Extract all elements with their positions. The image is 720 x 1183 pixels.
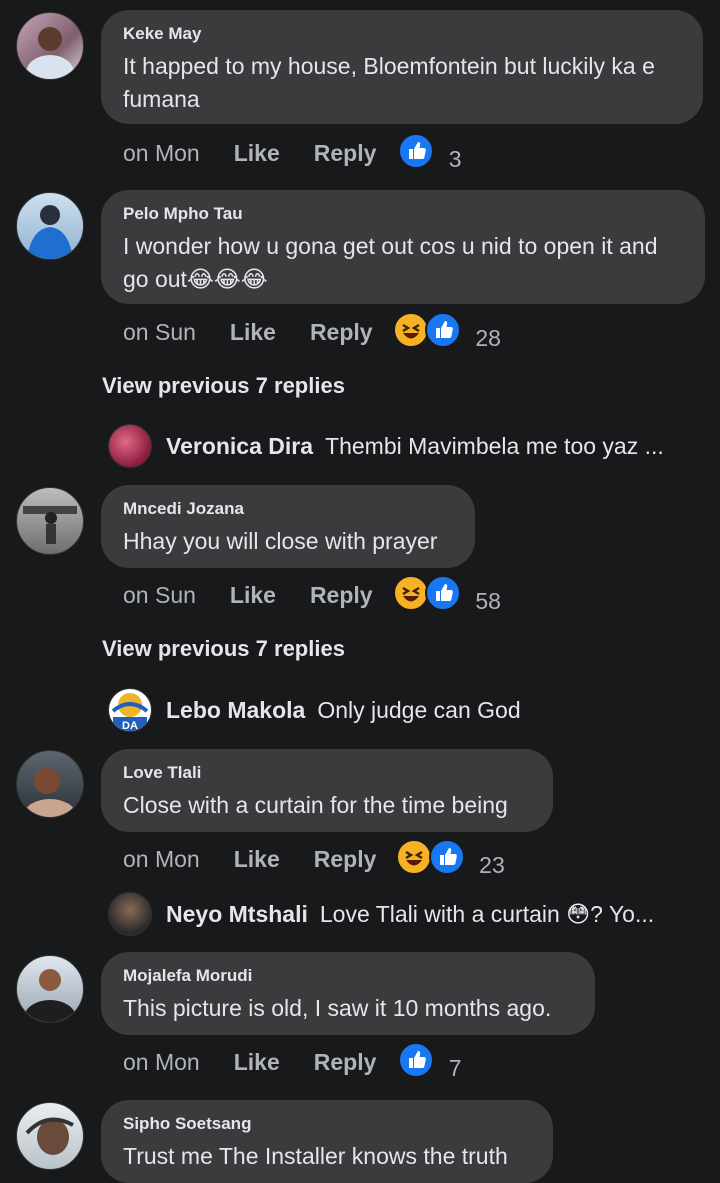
da-logo-icon: DA <box>111 693 149 731</box>
thumbs-up-icon <box>398 1042 435 1078</box>
reaction-summary[interactable]: 28 <box>392 312 501 352</box>
reaction-count: 28 <box>475 325 501 351</box>
avatar[interactable] <box>16 192 84 260</box>
like-button[interactable]: Like <box>234 846 280 873</box>
view-previous-replies-link[interactable]: View previous 7 replies <box>102 636 345 662</box>
person-photo-icon <box>27 205 73 259</box>
comment-time[interactable]: on Mon <box>123 140 200 167</box>
avatar[interactable] <box>16 1102 84 1170</box>
comment-time[interactable]: on Mon <box>123 1049 200 1076</box>
reply-button[interactable]: Reply <box>314 846 377 873</box>
comment-author[interactable]: Keke May <box>123 24 681 44</box>
comment-time[interactable]: on Mon <box>123 846 200 873</box>
reply-author[interactable]: Veronica Dira <box>166 433 313 460</box>
reply-button[interactable]: Reply <box>310 582 373 609</box>
haha-icon <box>392 312 429 348</box>
thumbs-up-icon <box>424 575 461 611</box>
like-button[interactable]: Like <box>234 140 280 167</box>
reply-button[interactable]: Reply <box>314 1049 377 1076</box>
reply-author[interactable]: Lebo Makola <box>166 697 305 724</box>
person-photo-icon <box>25 1117 74 1155</box>
reaction-summary[interactable]: 58 <box>392 575 501 615</box>
comment-actions: on Sun Like Reply 28 <box>123 312 501 352</box>
reply-text: Only judge can God <box>317 696 521 723</box>
reaction-count: 3 <box>448 146 462 172</box>
like-button[interactable]: Like <box>230 582 276 609</box>
person-photo-icon <box>24 768 76 817</box>
reply-author[interactable]: Neyo Mtshali <box>166 901 308 928</box>
comment-author[interactable]: Mojalefa Morudi <box>123 966 573 986</box>
reaction-count: 7 <box>448 1055 462 1081</box>
comment-text: I wonder how u gona get out cos u nid to… <box>123 233 658 292</box>
thumbs-up-icon <box>424 312 461 348</box>
comment-actions: on Mon Like Reply 3 <box>123 133 462 173</box>
comment-text: Trust me The Installer knows the truth <box>123 1143 508 1169</box>
like-button[interactable]: Like <box>234 1049 280 1076</box>
comment-time[interactable]: on Sun <box>123 582 196 609</box>
avatar[interactable] <box>16 750 84 818</box>
reply-preview[interactable]: DA Lebo Makola Only judge can God <box>108 688 521 732</box>
thumbs-up-icon <box>398 133 435 169</box>
reaction-count: 58 <box>475 588 501 614</box>
comment-text: Hhay you will close with prayer <box>123 528 438 554</box>
comment-bubble: Mncedi Jozana Hhay you will close with p… <box>101 485 475 568</box>
reply-preview[interactable]: Veronica Dira Thembi Mavimbela me too ya… <box>108 424 664 468</box>
comment-author[interactable]: Love Tlali <box>123 763 531 783</box>
comment-text: Close with a curtain for the time being <box>123 792 508 818</box>
reply-preview[interactable]: Neyo Mtshali Love Tlali with a curtain 😳… <box>108 892 654 936</box>
comment-text: This picture is old, I saw it 10 months … <box>123 995 552 1021</box>
avatar[interactable]: DA <box>108 688 152 732</box>
haha-icon <box>396 839 433 875</box>
da-logo-text: DA <box>122 720 138 731</box>
avatar[interactable] <box>16 12 84 80</box>
comment-author[interactable]: Pelo Mpho Tau <box>123 204 683 224</box>
comment-actions: on Sun Like Reply 58 <box>123 575 501 615</box>
comment-bubble: Pelo Mpho Tau I wonder how u gona get ou… <box>101 190 705 304</box>
reaction-count: 23 <box>479 852 505 878</box>
like-button[interactable]: Like <box>230 319 276 346</box>
reply-button[interactable]: Reply <box>314 140 377 167</box>
avatar[interactable] <box>16 487 84 555</box>
view-previous-replies-link[interactable]: View previous 7 replies <box>102 373 345 399</box>
avatar[interactable] <box>108 892 152 936</box>
reaction-summary[interactable]: 7 <box>398 1042 462 1082</box>
comment-bubble: Keke May It happed to my house, Bloemfon… <box>101 10 703 124</box>
reaction-summary[interactable]: 3 <box>398 133 462 173</box>
avatar[interactable] <box>16 955 84 1023</box>
comment-bubble: Mojalefa Morudi This picture is old, I s… <box>101 952 595 1035</box>
comment-text: It happed to my house, Bloemfontein but … <box>123 53 655 112</box>
reply-text: Love Tlali with a curtain 😳? Yo... <box>319 900 655 927</box>
comment-actions: on Mon Like Reply 23 <box>123 839 505 879</box>
person-photo-icon <box>23 506 77 544</box>
comment-actions: on Mon Like Reply 7 <box>123 1042 462 1082</box>
comment-bubble: Love Tlali Close with a curtain for the … <box>101 749 553 832</box>
comment-author[interactable]: Mncedi Jozana <box>123 499 453 519</box>
reaction-summary[interactable]: 23 <box>396 839 505 879</box>
comment-author[interactable]: Sipho Soetsang <box>123 1114 531 1134</box>
comment-bubble: Sipho Soetsang Trust me The Installer kn… <box>101 1100 553 1183</box>
haha-icon <box>392 575 429 611</box>
reply-button[interactable]: Reply <box>310 319 373 346</box>
thumbs-up-icon <box>428 839 465 875</box>
person-photo-icon <box>26 27 74 79</box>
person-photo-icon <box>24 969 76 1022</box>
avatar[interactable] <box>108 424 152 468</box>
comment-time[interactable]: on Sun <box>123 319 196 346</box>
reply-text: Thembi Mavimbela me too yaz ... <box>325 432 664 459</box>
